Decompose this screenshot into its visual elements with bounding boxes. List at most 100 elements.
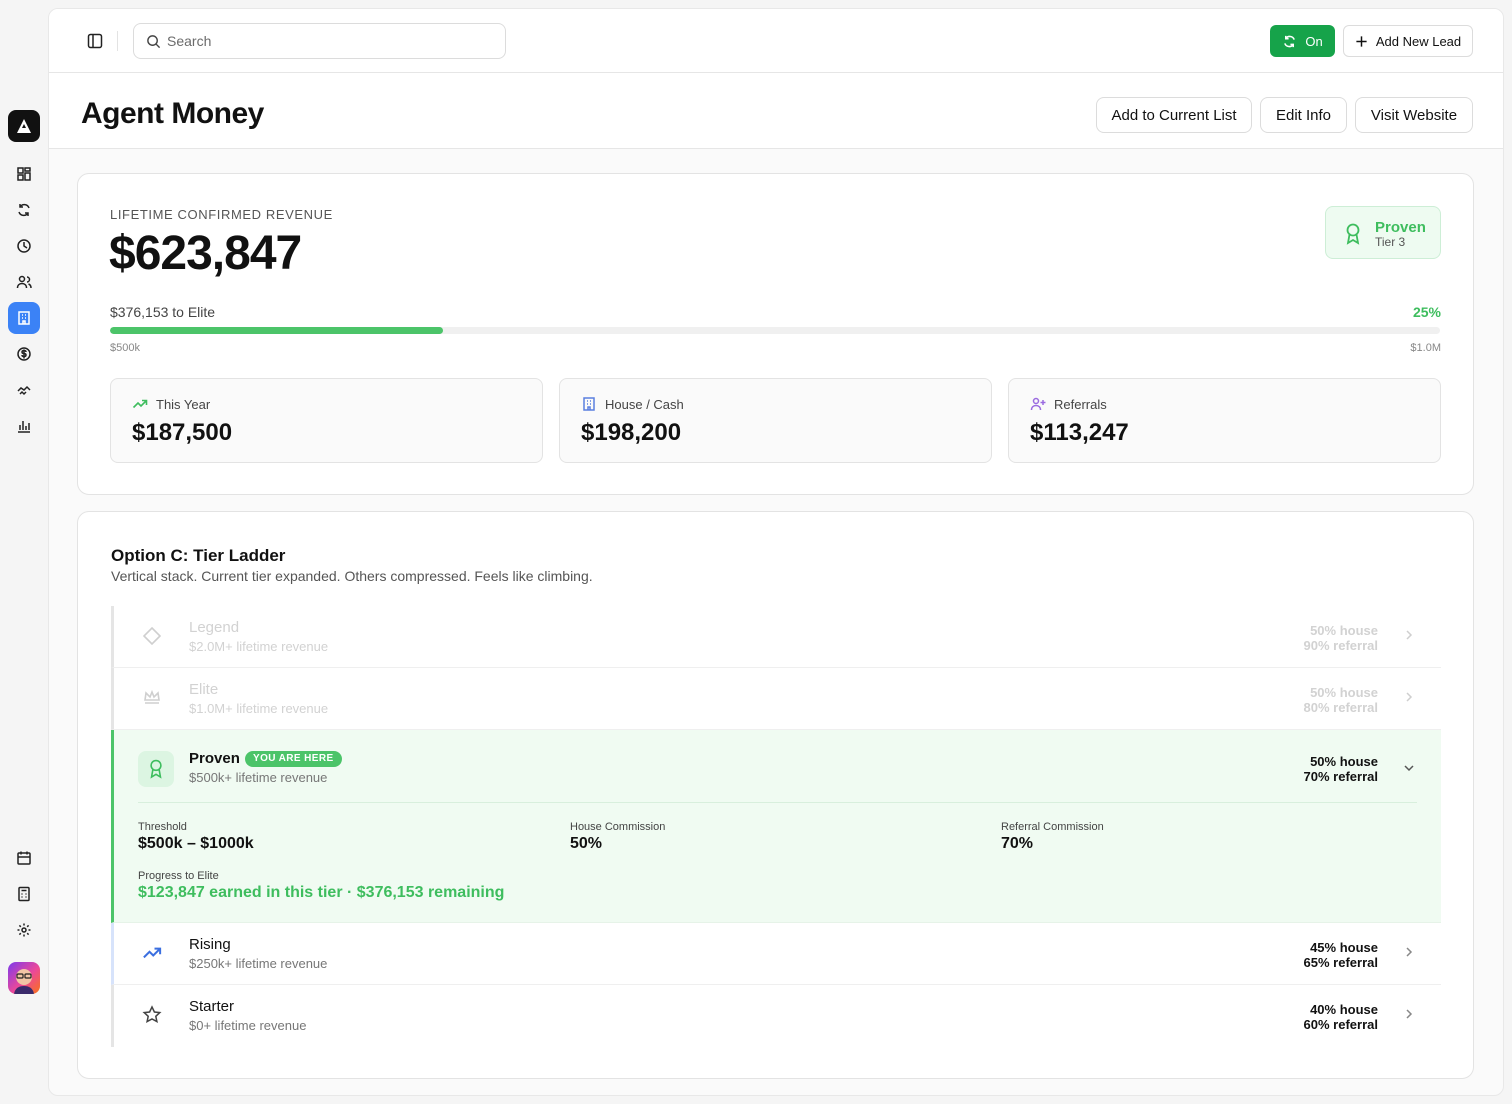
tier-threshold: $250k+ lifetime revenue (189, 956, 328, 971)
revenue-card: LIFETIME CONFIRMED REVENUE $623,847 Prov… (77, 173, 1474, 495)
tier-ladder-card: Option C: Tier Ladder Vertical stack. Cu… (77, 511, 1474, 1079)
tier-house-rate: 50% house (1310, 623, 1378, 638)
tier-threshold: $2.0M+ lifetime revenue (189, 639, 329, 654)
tier-detail-divider (138, 802, 1417, 803)
tier-referral-rate: 70% referral (1303, 769, 1378, 784)
progress-range-start: $500k (110, 342, 140, 354)
search-placeholder: Search (167, 33, 212, 49)
calculator-icon[interactable] (8, 878, 40, 910)
search-input[interactable]: Search (133, 23, 506, 59)
icon-rail (0, 0, 48, 1104)
bar-chart-icon[interactable] (8, 410, 40, 442)
stat-label: This Year (156, 396, 211, 412)
progress-range-end: $1.0M (1410, 342, 1441, 354)
refresh-icon (1284, 35, 1296, 47)
dashboard-icon[interactable] (8, 158, 40, 190)
user-plus-icon (1030, 397, 1046, 411)
crown-icon (144, 689, 160, 704)
tier-row-legend[interactable]: Legend $2.0M+ lifetime revenue 50% house… (111, 606, 1441, 668)
chevron-down-icon[interactable] (1402, 761, 1416, 775)
top-bar: Search On Add New Lead (49, 9, 1503, 73)
tier-row-rising[interactable]: Rising $250k+ lifetime revenue 45% house… (111, 923, 1441, 985)
stat-card-this-year: This Year $187,500 (110, 378, 543, 463)
tier-threshold: $0+ lifetime revenue (189, 1018, 307, 1033)
building-icon[interactable] (8, 302, 40, 334)
stat-card-house-cash: House / Cash $198,200 (559, 378, 992, 463)
avatar[interactable] (8, 962, 40, 994)
award-icon (1346, 223, 1360, 245)
referral-commission-value: 70% (1001, 835, 1034, 852)
revenue-amount: $623,847 (109, 227, 302, 280)
page-header: Agent Money Add to Current List Edit Inf… (49, 73, 1503, 149)
tier-row-elite[interactable]: Elite $1.0M+ lifetime revenue 50% house 8… (111, 668, 1441, 730)
stat-value: $187,500 (132, 419, 233, 446)
calendar-icon[interactable] (8, 842, 40, 874)
tier-referral-rate: 90% referral (1303, 638, 1378, 653)
progress-fill (110, 327, 443, 334)
stat-value: $113,247 (1030, 419, 1129, 446)
stat-value: $198,200 (581, 419, 682, 446)
tier-referral-rate: 80% referral (1303, 700, 1378, 715)
progress-remaining: $376,153 to Elite (110, 304, 216, 320)
ladder-subtitle: Vertical stack. Current tier expanded. O… (111, 568, 593, 584)
tier-row-starter[interactable]: Starter $0+ lifetime revenue 40% house 60… (111, 985, 1441, 1047)
add-to-current-list-button[interactable]: Add to Current List (1096, 97, 1252, 133)
handshake-icon[interactable] (8, 374, 40, 406)
progress-track (110, 327, 1440, 334)
referral-commission-label: Referral Commission (1001, 821, 1104, 833)
page-title: Agent Money (81, 97, 264, 130)
tier-badge-level: Tier 3 (1375, 235, 1406, 249)
add-new-lead-button[interactable]: Add New Lead (1343, 25, 1473, 57)
award-icon (150, 759, 162, 779)
building-icon (583, 397, 595, 411)
tier-house-rate: 50% house (1310, 685, 1378, 700)
sidebar-toggle-icon[interactable] (86, 32, 104, 50)
tier-name: Rising (189, 936, 231, 953)
progress-to-elite-label: Progress to Elite (138, 870, 219, 882)
stat-card-referrals: Referrals $113,247 (1008, 378, 1441, 463)
house-commission-label: House Commission (570, 821, 666, 833)
tier-house-rate: 50% house (1310, 754, 1378, 769)
app-logo[interactable] (8, 110, 40, 142)
chevron-right-icon (1406, 692, 1413, 702)
threshold-label: Threshold (138, 821, 187, 833)
visit-website-button[interactable]: Visit Website (1355, 97, 1473, 133)
plus-icon (1356, 35, 1367, 47)
tier-row-proven-current[interactable]: Proven YOU ARE HERE $500k+ lifetime reve… (111, 730, 1441, 923)
ladder-title: Option C: Tier Ladder (111, 546, 286, 565)
search-icon (147, 34, 161, 48)
sync-toggle-label: On (1305, 33, 1323, 49)
chevron-right-icon (1406, 947, 1413, 957)
tier-threshold: $500k+ lifetime revenue (189, 770, 328, 785)
diamond-icon (142, 626, 162, 646)
users-icon[interactable] (8, 266, 40, 298)
tier-house-rate: 40% house (1310, 1002, 1378, 1017)
sync-icon[interactable] (8, 194, 40, 226)
chevron-right-icon (1406, 630, 1413, 640)
add-new-lead-label: Add New Lead (1375, 33, 1462, 49)
tier-threshold: $1.0M+ lifetime revenue (189, 701, 329, 716)
tier-referral-rate: 65% referral (1303, 955, 1378, 970)
tier-name: Proven (189, 750, 240, 767)
current-tier-badge: YOU ARE HERE (245, 751, 342, 767)
progress-to-elite-value: $123,847 earned in this tier · $376,153 … (138, 884, 505, 901)
house-commission-value: 50% (570, 835, 603, 852)
edit-info-button[interactable]: Edit Info (1260, 97, 1347, 133)
sync-toggle-button[interactable]: On (1270, 25, 1335, 57)
main-panel: Search On Add New Lead Agent Money Add t… (48, 8, 1504, 1096)
tier-referral-rate: 60% referral (1303, 1017, 1378, 1032)
dollar-icon[interactable] (8, 338, 40, 370)
tier-name: Legend (189, 619, 240, 636)
tier-badge-name: Proven (1375, 219, 1426, 236)
settings-icon[interactable] (8, 914, 40, 946)
progress-percent: 25% (1412, 304, 1441, 320)
threshold-value: $500k – $1000k (138, 835, 254, 852)
revenue-label: LIFETIME CONFIRMED REVENUE (110, 207, 333, 222)
topbar-divider (117, 31, 118, 51)
star-icon (142, 1005, 162, 1024)
stat-label: Referrals (1054, 396, 1107, 412)
tier-badge: Proven Tier 3 (1325, 206, 1441, 259)
clock-icon[interactable] (8, 230, 40, 262)
tier-name: Starter (189, 998, 235, 1015)
stat-label: House / Cash (605, 396, 684, 412)
